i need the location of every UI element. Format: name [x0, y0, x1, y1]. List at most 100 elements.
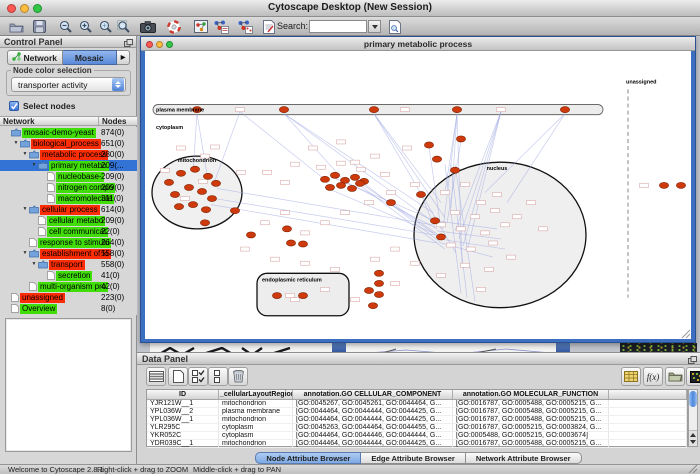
network-node[interactable]: [164, 179, 173, 185]
network-node[interactable]: [676, 182, 685, 188]
table-row[interactable]: YKR052Ccytoplasm[GO:0044464, GO:0044446,…: [147, 432, 687, 440]
network-node[interactable]: [188, 202, 197, 208]
open-session-icon[interactable]: [6, 18, 26, 35]
scroll-up-button[interactable]: [689, 430, 697, 438]
network-node[interactable]: [279, 107, 288, 113]
tree-expander-icon[interactable]: ▼: [21, 149, 29, 160]
network-node[interactable]: [436, 234, 445, 240]
tree-header-nodes[interactable]: Nodes: [99, 117, 126, 125]
tree-row[interactable]: mosaic-demo-yeast874(0): [0, 127, 137, 138]
network-overview-panel[interactable]: [5, 318, 132, 452]
search-input[interactable]: [309, 20, 367, 33]
delete-attribute-icon[interactable]: [228, 367, 248, 386]
tab-mosaic[interactable]: Mosaic: [63, 50, 118, 65]
network-node[interactable]: [176, 170, 185, 176]
network-node[interactable]: [282, 226, 291, 232]
attribute-select-icon[interactable]: [146, 367, 166, 386]
table-vertical-scrollbar[interactable]: [688, 389, 698, 447]
network-node[interactable]: [374, 280, 383, 286]
network-node[interactable]: [560, 107, 569, 113]
network-node[interactable]: [456, 136, 465, 142]
network-node[interactable]: [298, 241, 307, 247]
tree-row[interactable]: macromolecule311(0): [0, 193, 137, 204]
network-node[interactable]: [203, 173, 212, 179]
new-attribute-icon[interactable]: [168, 367, 188, 386]
tab-network-attribute-browser[interactable]: Network Attribute Browser: [466, 452, 582, 464]
table-row[interactable]: YDR039C__1mitochondrion[GO:0044464, GO:0…: [147, 440, 687, 448]
network-node[interactable]: [174, 204, 183, 210]
network-node[interactable]: [369, 107, 378, 113]
network-node[interactable]: [272, 293, 281, 299]
tree-row[interactable]: secretion41(0): [0, 270, 137, 281]
network-node[interactable]: [350, 174, 359, 180]
import-attributes-icon[interactable]: [665, 367, 685, 386]
table-column-header[interactable]: annotation.GO MOLECULAR_FUNCTION: [453, 390, 609, 399]
network-node[interactable]: [386, 200, 395, 206]
table-row[interactable]: YJR121W__1mitochondrion[GO:0045267, GO:0…: [147, 400, 687, 408]
tab-network[interactable]: Network: [7, 50, 63, 65]
tree-row[interactable]: ▼transport558(0): [0, 259, 137, 270]
network-edge[interactable]: [217, 188, 433, 224]
scrollbar-thumb[interactable]: [689, 391, 697, 407]
network-window[interactable]: primary metabolic process plasma membran…: [140, 36, 696, 343]
tree-row[interactable]: nucleobase-209(0): [0, 171, 137, 182]
network-node[interactable]: [452, 107, 461, 113]
network-node[interactable]: [355, 180, 364, 186]
tab-edge-attribute-browser[interactable]: Edge Attribute Browser: [361, 452, 465, 464]
tree-row[interactable]: ▼primary metabo209(...: [0, 160, 137, 171]
tree-expander-icon[interactable]: ▼: [21, 204, 29, 215]
network-node[interactable]: [190, 166, 199, 172]
tree-row[interactable]: multi-organism pro42(0): [0, 281, 137, 292]
network-node[interactable]: [424, 142, 433, 148]
network-node[interactable]: [374, 270, 383, 276]
table-column-header[interactable]: ID: [147, 390, 219, 399]
table-column-header[interactable]: annotation.GO CELLULAR_COMPONENT: [293, 390, 453, 399]
tree-expander-icon[interactable]: ▼: [21, 248, 29, 259]
network-node[interactable]: [325, 184, 334, 190]
network-node[interactable]: [207, 196, 216, 202]
network-node[interactable]: [347, 185, 356, 191]
attribute-editor-icon[interactable]: [621, 367, 641, 386]
network-node[interactable]: [416, 191, 425, 197]
tree-row[interactable]: nitrogen compo209(0): [0, 182, 137, 193]
search-config-icon[interactable]: [385, 18, 405, 35]
tree-row[interactable]: ▼metabolic process280(0): [0, 149, 137, 160]
annotation-icon[interactable]: [259, 18, 279, 35]
scroll-down-button[interactable]: [689, 438, 697, 446]
network-node[interactable]: [201, 207, 210, 213]
search-dropdown-button[interactable]: [368, 20, 381, 33]
layout-icon-2[interactable]: [235, 18, 255, 35]
zoom-fit-icon[interactable]: [96, 18, 116, 35]
table-column-header[interactable]: _cellularLayoutRegion: [219, 390, 293, 399]
select-nodes-checkbox[interactable]: [9, 101, 19, 111]
network-window-titlebar[interactable]: primary metabolic process: [141, 37, 695, 51]
window-titlebar[interactable]: Cytoscape Desktop (New Session): [0, 0, 700, 17]
network-node[interactable]: [170, 191, 179, 197]
float-panel-icon[interactable]: [124, 38, 133, 50]
zoom-in-icon[interactable]: [76, 18, 96, 35]
node-color-dropdown[interactable]: transporter activity: [11, 77, 126, 92]
tree-row[interactable]: ▼biological_process651(0): [0, 138, 137, 149]
save-session-icon[interactable]: [29, 18, 49, 35]
network-node[interactable]: [298, 293, 307, 299]
resize-grip-icon[interactable]: [688, 464, 698, 473]
table-row[interactable]: YPL036W__1mitochondrion[GO:0044464, GO:0…: [147, 416, 687, 424]
zoom-out-icon[interactable]: [56, 18, 76, 35]
network-node[interactable]: [286, 240, 295, 246]
network-node[interactable]: [659, 182, 668, 188]
matrix-view-icon[interactable]: [686, 367, 700, 386]
network-node[interactable]: [430, 218, 439, 224]
network-node[interactable]: [211, 180, 220, 186]
tree-expander-icon[interactable]: ▼: [30, 259, 38, 270]
attribute-table[interactable]: ID_cellularLayoutRegionannotation.GO CEL…: [146, 389, 688, 447]
unselect-attributes-icon[interactable]: [208, 367, 228, 386]
vizmapper-icon[interactable]: [191, 18, 211, 35]
tree-header-network[interactable]: Network: [0, 117, 99, 125]
tree-row[interactable]: response to stimulu264(0): [0, 237, 137, 248]
network-canvas[interactable]: plasma membranecytoplasmmitochondrionnuc…: [145, 51, 691, 339]
tab-overflow-arrow-icon[interactable]: ▶: [117, 50, 130, 65]
network-node[interactable]: [184, 184, 193, 190]
tree-expander-icon[interactable]: ▼: [12, 138, 20, 149]
table-column-header[interactable]: [609, 390, 687, 399]
snapshot-camera-icon[interactable]: [138, 18, 158, 35]
